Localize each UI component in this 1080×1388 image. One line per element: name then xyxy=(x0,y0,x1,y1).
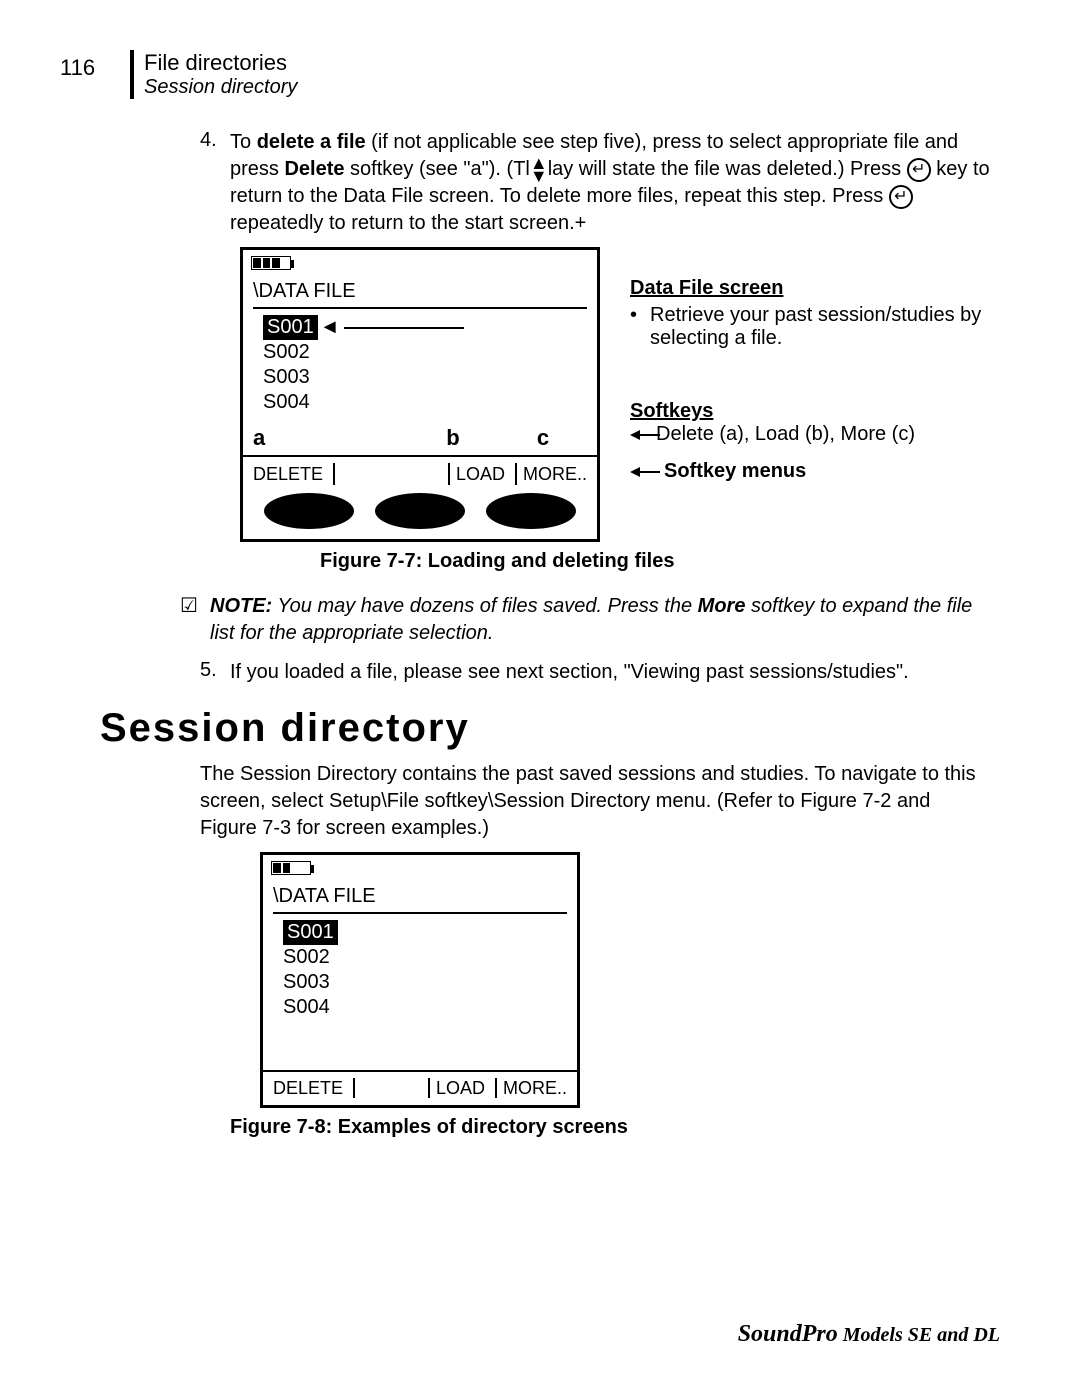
figure-7-8-caption: Figure 7-8: Examples of directory screen… xyxy=(230,1116,990,1139)
device-screen: \DATA FILE S001◄ S002 S003 S004 a b c DE… xyxy=(240,247,600,542)
list-item: S002 xyxy=(263,340,597,365)
softkey-button xyxy=(486,493,576,529)
delete-softkey: DELETE xyxy=(273,1078,361,1099)
figure-7-7-caption: Figure 7-7: Loading and deleting files xyxy=(320,550,990,573)
more-softkey: MORE.. xyxy=(505,463,587,485)
up-down-icon: ▲▼ xyxy=(530,157,548,182)
note-text: NOTE: You may have dozens of files saved… xyxy=(210,593,990,647)
battery-icon xyxy=(271,861,311,875)
section-title: Session directory xyxy=(100,706,990,751)
figure-7-8-screen: \DATA FILE S001 S002 S003 S004 DELETE LO… xyxy=(260,852,580,1108)
header-title: File directories xyxy=(144,50,1000,76)
selected-file: S001 xyxy=(263,315,318,340)
header-subtitle: Session directory xyxy=(144,76,1000,99)
anno-bullet: • Retrieve your past session/studies by … xyxy=(630,304,990,350)
list-item: S003 xyxy=(283,970,577,995)
softkey-row: DELETE LOAD MORE.. xyxy=(243,455,597,493)
load-softkey: LOAD xyxy=(438,463,505,485)
footer-brand: SoundPro xyxy=(738,1321,838,1347)
enter-icon: ↵ xyxy=(889,185,913,209)
enter-icon: ↵ xyxy=(907,158,931,182)
pointer-icon: ◄ xyxy=(320,316,340,338)
button-row xyxy=(243,493,597,539)
battery-icon xyxy=(251,256,291,270)
page-header: File directories Session directory xyxy=(130,50,1000,99)
more-softkey: MORE.. xyxy=(485,1078,567,1099)
arrow-icon xyxy=(630,465,660,479)
step-5: 5. If you loaded a file, please see next… xyxy=(200,659,990,686)
load-softkey: LOAD xyxy=(418,1078,485,1099)
anno-heading: Softkeys xyxy=(630,400,990,423)
list-item: S004 xyxy=(283,995,577,1020)
screen-path: \DATA FILE xyxy=(253,280,597,303)
step-5-text: If you loaded a file, please see next se… xyxy=(230,659,909,686)
figure-annotations: Data File screen • Retrieve your past se… xyxy=(630,247,990,542)
step-4-text: To delete a file (if not applicable see … xyxy=(230,129,990,237)
screen-path: \DATA FILE xyxy=(273,885,577,908)
list-item: S002 xyxy=(283,945,577,970)
column-labels: a b c xyxy=(243,425,597,451)
list-item: S003 xyxy=(263,365,597,390)
footer: SoundPro Models SE and DL xyxy=(738,1321,1000,1348)
section-paragraph: The Session Directory contains the past … xyxy=(200,761,990,842)
page-number: 116 xyxy=(60,55,95,81)
checkbox-icon: ☑ xyxy=(180,593,210,647)
softkey-button xyxy=(264,493,354,529)
step-4-number: 4. xyxy=(200,129,230,237)
softkey-button xyxy=(375,493,465,529)
anno-heading: Data File screen xyxy=(630,277,990,300)
note-block: ☑ NOTE: You may have dozens of files sav… xyxy=(180,593,990,647)
figure-7-7: \DATA FILE S001◄ S002 S003 S004 a b c DE… xyxy=(240,247,990,542)
footer-models: Models SE and DL xyxy=(838,1324,1000,1346)
delete-softkey: DELETE xyxy=(253,463,341,485)
list-item: S004 xyxy=(263,390,597,415)
softkey-row: DELETE LOAD MORE.. xyxy=(263,1070,577,1105)
step-4: 4. To delete a file (if not applicable s… xyxy=(200,129,990,237)
bullet-icon: • xyxy=(630,304,650,350)
file-list: S001 S002 S003 S004 xyxy=(283,920,577,1020)
step-5-number: 5. xyxy=(200,659,230,686)
selected-file: S001 xyxy=(283,920,338,945)
file-list: S001◄ S002 S003 S004 xyxy=(263,315,597,415)
